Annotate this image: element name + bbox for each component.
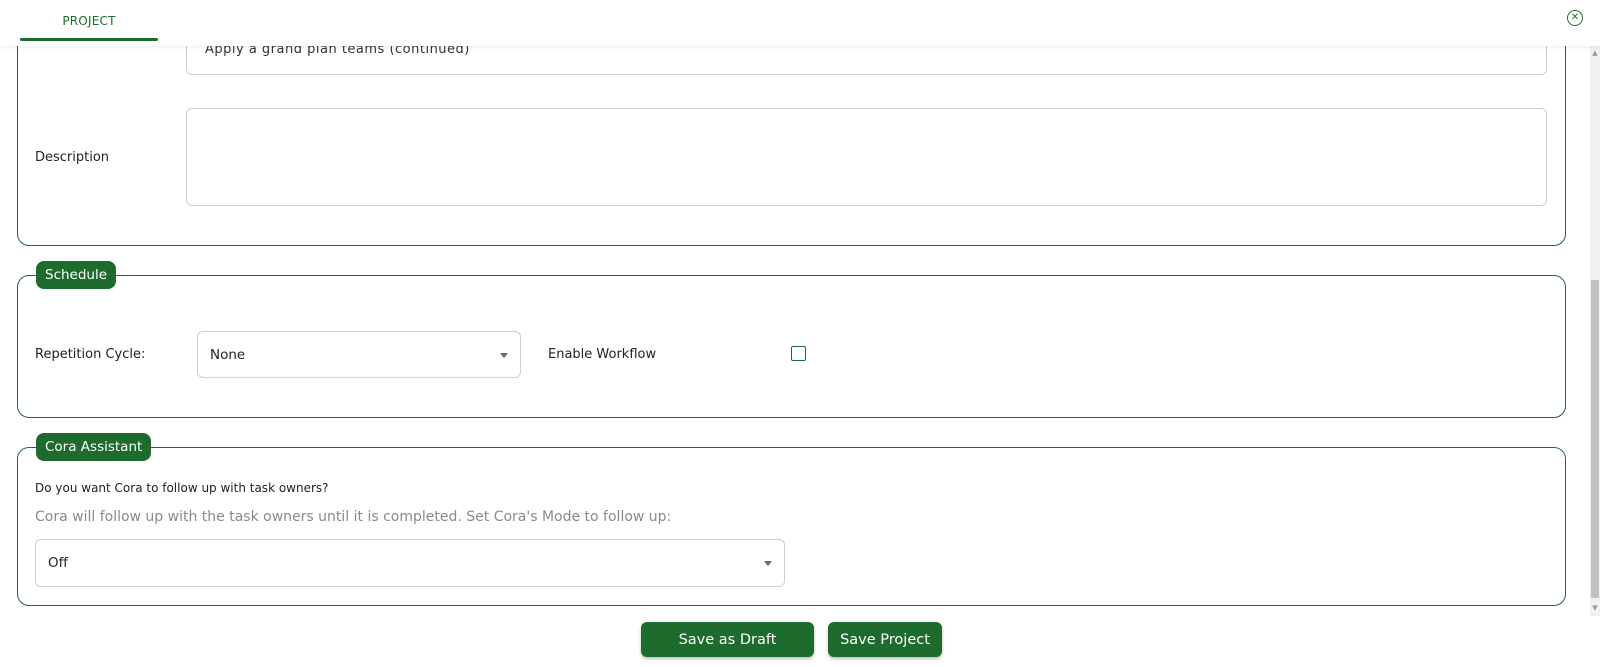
repetition-cycle-label: Repetition Cycle: — [35, 347, 146, 362]
cora-mode-select[interactable]: Off — [35, 539, 785, 587]
save-project-button[interactable]: Save Project — [828, 622, 942, 657]
scroll-up-arrow-icon[interactable]: ▲ — [1590, 48, 1600, 58]
chevron-down-icon — [764, 561, 772, 566]
repetition-cycle-select[interactable]: None — [197, 331, 521, 378]
schedule-legend: Schedule — [36, 261, 117, 289]
active-tab-indicator — [20, 38, 158, 41]
project-dialog: Apply a grand plan teams (continued) Des… — [0, 0, 1600, 667]
cora-hint: Cora will follow up with the task owners… — [35, 509, 672, 525]
enable-workflow-label: Enable Workflow — [548, 347, 657, 362]
cora-assistant-legend: Cora Assistant — [36, 433, 152, 461]
scrollbar-thumb[interactable] — [1591, 280, 1599, 598]
scroll-down-arrow-icon[interactable]: ▼ — [1590, 603, 1600, 613]
close-icon[interactable]: ✕ — [1567, 10, 1583, 26]
repetition-cycle-value: None — [210, 346, 246, 363]
description-label: Description — [35, 150, 110, 165]
tab-bar: PROJECT ✕ — [0, 0, 1600, 46]
chevron-down-icon — [500, 352, 508, 358]
enable-workflow-checkbox[interactable] — [791, 346, 806, 361]
save-as-draft-button[interactable]: Save as Draft — [641, 622, 814, 657]
cora-mode-value: Off — [48, 555, 68, 571]
tab-project[interactable]: PROJECT — [20, 0, 158, 42]
cora-question: Do you want Cora to follow up with task … — [35, 481, 329, 495]
description-textarea[interactable] — [186, 108, 1547, 206]
